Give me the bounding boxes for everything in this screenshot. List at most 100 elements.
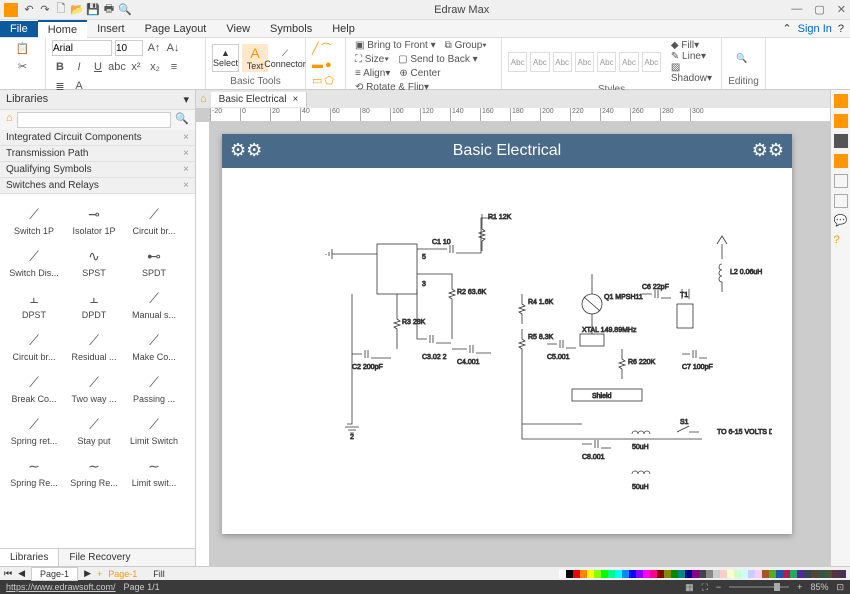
shape-item[interactable]: ⟋Break Co... [4, 366, 64, 408]
font-name-select[interactable] [52, 40, 112, 56]
shape-item[interactable]: ⟋Passing ... [124, 366, 184, 408]
poly-shape-icon[interactable]: ⬠ [324, 74, 334, 87]
shape-item[interactable]: ⟋Circuit br... [124, 198, 184, 240]
tab-insert[interactable]: Insert [87, 21, 135, 37]
redo-icon[interactable]: ↷ [38, 3, 52, 17]
page-tab[interactable]: Page-1 [31, 567, 78, 581]
superscript-button[interactable]: x² [128, 59, 144, 75]
paste-icon[interactable]: 📋 [15, 40, 31, 56]
font-size-select[interactable] [115, 40, 143, 56]
file-menu[interactable]: File [0, 21, 38, 37]
shape-item[interactable]: ⊸Isolator 1P [64, 198, 124, 240]
fill-palette[interactable] [559, 570, 846, 578]
shape-item[interactable]: ∼Limit swit... [124, 450, 184, 492]
style-preset-1[interactable]: Abc [508, 52, 527, 72]
new-icon[interactable]: 🗋 [54, 3, 68, 17]
shape-item[interactable]: ⟋Two way ... [64, 366, 124, 408]
home-icon[interactable]: ⌂ [2, 112, 17, 128]
italic-button[interactable]: I [71, 59, 87, 75]
editing-button[interactable]: 🔍 [728, 44, 756, 72]
decrease-font-icon[interactable]: A↓ [165, 40, 181, 56]
shape-item[interactable]: ⟋Switch Dis... [4, 240, 64, 282]
prev-page-icon[interactable]: ◀ [18, 568, 25, 579]
tab-symbols[interactable]: Symbols [260, 21, 322, 37]
strike-button[interactable]: abc [109, 59, 125, 75]
open-icon[interactable]: 📂 [70, 3, 84, 17]
view-full-icon[interactable]: ⛶ [702, 582, 708, 593]
libraries-menu-icon[interactable]: ▾ [183, 93, 189, 106]
search-icon[interactable]: 🔍 [171, 112, 193, 128]
shape-item[interactable]: ⊷SPDT [124, 240, 184, 282]
style-preset-4[interactable]: Abc [575, 52, 594, 72]
shape-item[interactable]: ⟋Limit Switch [124, 408, 184, 450]
shape-item[interactable]: ⟋Spring ret... [4, 408, 64, 450]
shadow-button[interactable]: ▨ Shadow▾ [668, 62, 715, 84]
signin-link[interactable]: Sign In [798, 23, 832, 35]
close-tab-icon[interactable]: × [292, 94, 298, 105]
group-button[interactable]: ⧉ Group▾ [442, 40, 490, 51]
cut-icon[interactable]: ✂ [15, 58, 31, 74]
page-rename[interactable]: Page-1 [108, 569, 137, 579]
save-icon[interactable]: 💾 [86, 3, 100, 17]
shape-item[interactable]: ⟋Switch 1P [4, 198, 64, 240]
image-icon[interactable] [834, 194, 848, 208]
style-preset-3[interactable]: Abc [553, 52, 572, 72]
maximize-icon[interactable]: ▢ [814, 3, 824, 16]
zoom-slider[interactable] [729, 586, 789, 588]
page-icon[interactable] [834, 154, 848, 168]
shape-item[interactable]: ⟋Stay put [64, 408, 124, 450]
zoom-in-icon[interactable]: + [797, 582, 802, 592]
status-url[interactable]: https://www.edrawsoft.com/ [6, 582, 116, 592]
collapse-ribbon-icon[interactable]: ⌃ [782, 22, 791, 35]
send-back-button[interactable]: ▢ Send to Back ▾ [395, 54, 481, 65]
bullets-icon[interactable]: ≡ [166, 59, 182, 75]
help-icon[interactable]: ? [838, 23, 844, 35]
drawing-page[interactable]: ⚙⚙ Basic Electrical ⚙⚙ C1 10 [222, 134, 792, 534]
preview-icon[interactable]: 🔍 [118, 3, 132, 17]
document-tab[interactable]: Basic Electrical× [211, 92, 308, 107]
shape-item[interactable]: ⟋Residual ... [64, 324, 124, 366]
format-icon[interactable] [834, 114, 848, 128]
center-button[interactable]: ⊕ Center [396, 68, 443, 79]
shape-item[interactable]: ⫠DPDT [64, 282, 124, 324]
style-preset-5[interactable]: Abc [597, 52, 616, 72]
line-shape-icon[interactable]: ╱ [312, 42, 319, 55]
style-preset-7[interactable]: Abc [642, 52, 661, 72]
fit-icon[interactable]: ⊡ [836, 582, 844, 593]
shape-item[interactable]: ⟋Make Co... [124, 324, 184, 366]
bold-button[interactable]: B [52, 59, 68, 75]
style-preset-6[interactable]: Abc [619, 52, 638, 72]
shape-item[interactable]: ∿SPST [64, 240, 124, 282]
comment-icon[interactable]: 💬 [834, 214, 848, 228]
curve-shape-icon[interactable]: ⌒ [321, 40, 332, 56]
category-switches-relays[interactable]: Switches and Relays× [0, 178, 195, 194]
layer-icon[interactable] [834, 134, 848, 148]
style-preset-2[interactable]: Abc [530, 52, 549, 72]
shape-item[interactable]: ⟋Circuit br... [4, 324, 64, 366]
increase-font-icon[interactable]: A↑ [146, 40, 162, 56]
shape-item[interactable]: ⟋Manual s... [124, 282, 184, 324]
undo-icon[interactable]: ↶ [22, 3, 36, 17]
tab-file-recovery[interactable]: File Recovery [59, 549, 140, 566]
view-normal-icon[interactable]: ▦ [685, 582, 694, 593]
shape-item[interactable]: ∼Spring Re... [4, 450, 64, 492]
zoom-level[interactable]: 85% [810, 582, 828, 592]
bring-front-button[interactable]: ▣ Bring to Front ▾ [352, 40, 439, 51]
shape-item[interactable]: ∼Spring Re... [64, 450, 124, 492]
size-button[interactable]: ⛶ Size▾ [352, 54, 392, 65]
fill-button[interactable]: ◆ Fill▾ [668, 40, 715, 51]
align-button[interactable]: ≡ Align▾ [352, 68, 393, 79]
tab-page-layout[interactable]: Page Layout [135, 21, 217, 37]
theme-icon[interactable] [834, 94, 848, 108]
line-button[interactable]: ✎ Line▾ [668, 51, 715, 62]
tab-help[interactable]: Help [322, 21, 365, 37]
add-page-icon[interactable]: + [97, 569, 102, 579]
category-integrated-circuit[interactable]: Integrated Circuit Components× [0, 130, 195, 146]
doc-icon[interactable] [834, 174, 848, 188]
info-icon[interactable]: ? [834, 234, 848, 248]
doc-home-icon[interactable]: ⌂ [196, 93, 211, 105]
connector-tool[interactable]: ⟋Connector [271, 44, 299, 72]
circuit-diagram[interactable]: C1 10 R1 12K R2 63.6K R3 28K C2 200pF [322, 194, 772, 514]
rect-shape-icon[interactable]: ▬ [312, 59, 323, 71]
tab-libraries[interactable]: Libraries [0, 549, 59, 566]
